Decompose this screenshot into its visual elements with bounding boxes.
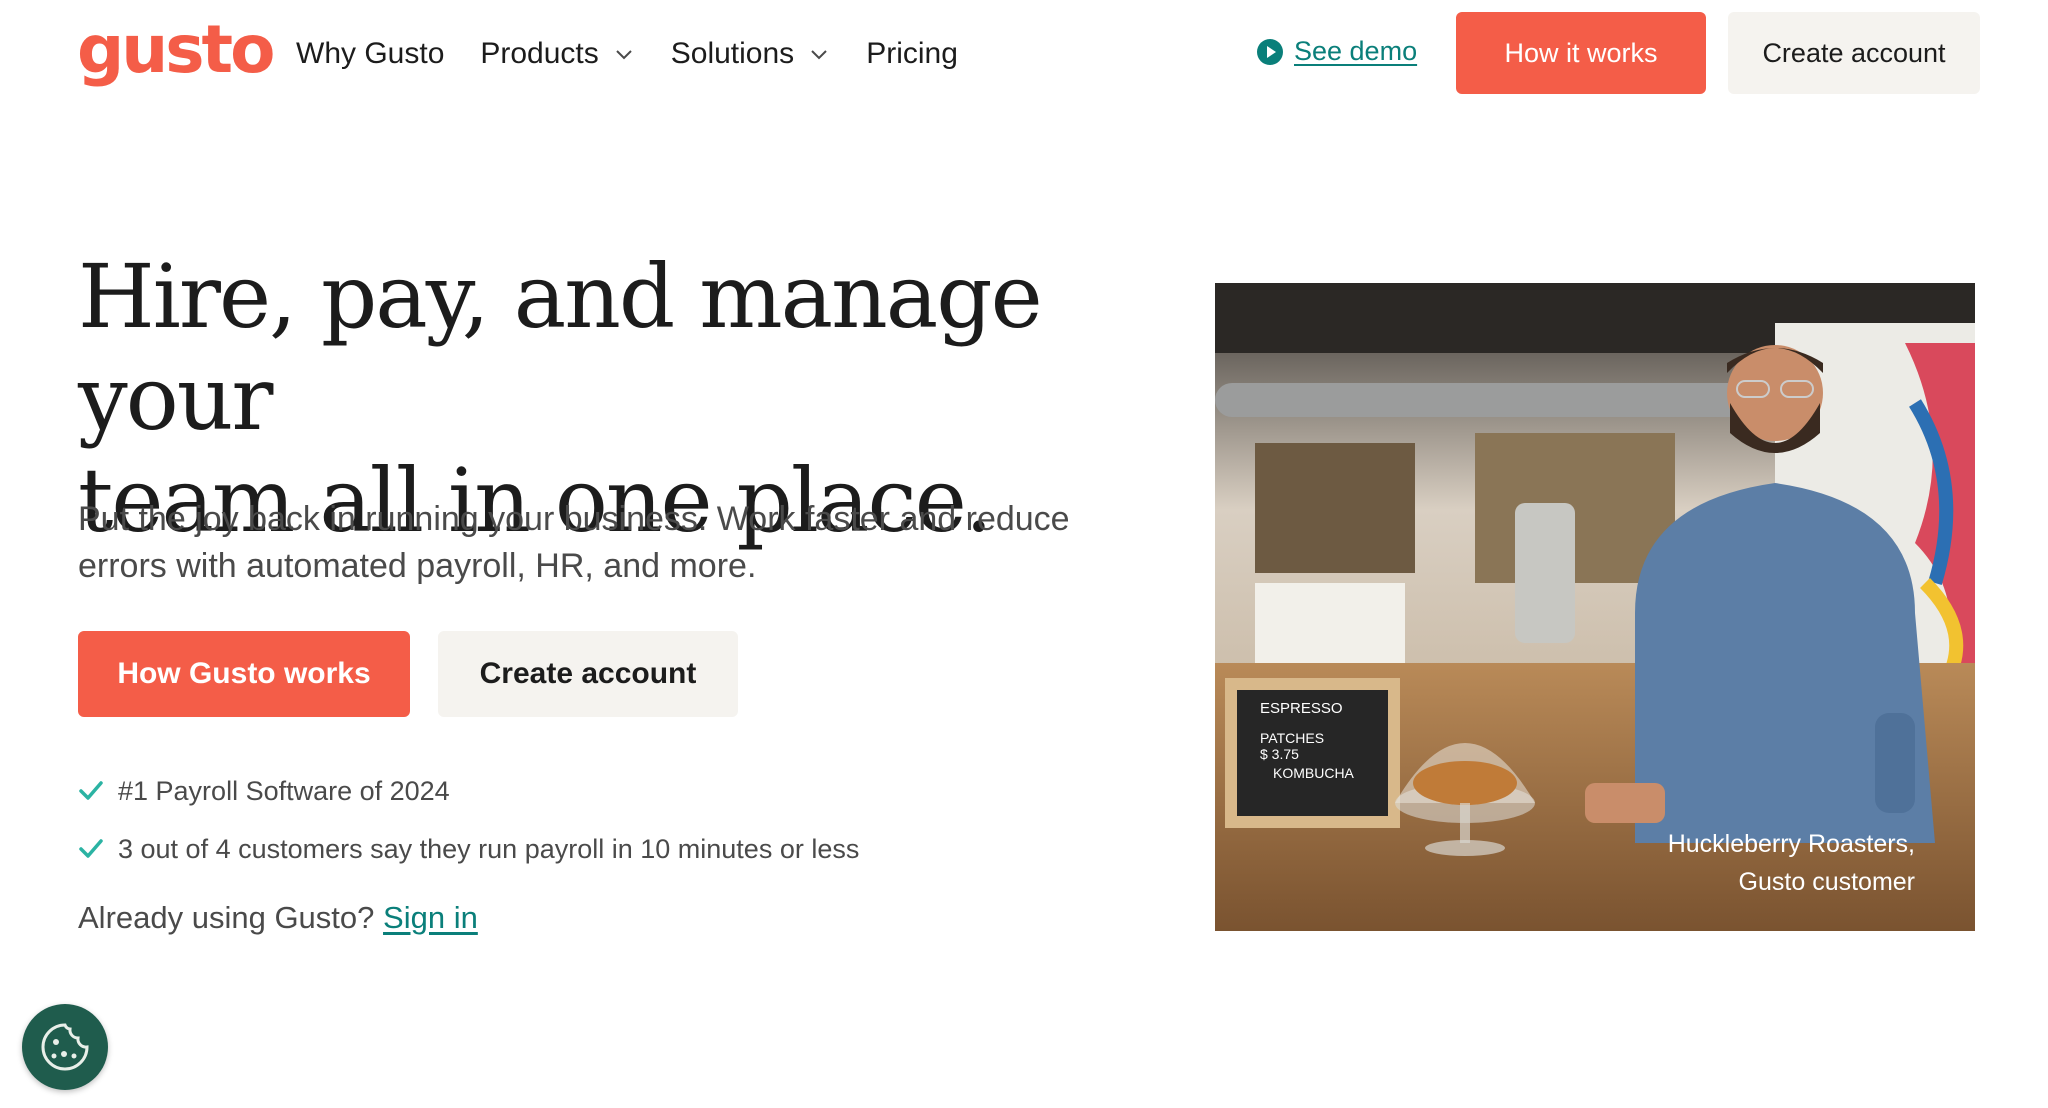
how-gusto-works-button[interactable]: How Gusto works (78, 631, 410, 717)
photo-caption: Huckleberry Roasters, Gusto customer (1668, 825, 1915, 901)
nav-why-gusto[interactable]: Why Gusto (296, 37, 444, 71)
play-circle-icon (1257, 38, 1283, 65)
check-icon (79, 839, 103, 858)
see-demo-label: See demo (1294, 36, 1418, 66)
nav-products[interactable]: Products (480, 37, 634, 71)
check-item-text: 3 out of 4 customers say they run payrol… (118, 833, 860, 864)
chevron-down-icon (616, 50, 632, 60)
hero-subtext: Put the joy back in running your busines… (78, 500, 1070, 585)
chevron-down-icon (811, 50, 827, 60)
nav-why-gusto-label: Why Gusto (296, 37, 445, 70)
photo-caption-line-1: Huckleberry Roasters, (1667, 830, 1915, 858)
already-using-text: Already using Gusto? Sign in (78, 900, 478, 936)
nav-solutions[interactable]: Solutions (671, 37, 830, 71)
sign-in-link[interactable]: Sign in (383, 900, 478, 935)
already-using-label: Already using Gusto? (78, 900, 375, 935)
sign-text-4: KOMBUCHA (1273, 765, 1355, 781)
main-nav: Why Gusto Products Solutions Pricing (296, 30, 994, 78)
photo-caption-line-2: Gusto customer (1738, 868, 1915, 896)
create-account-button-hero[interactable]: Create account (438, 631, 738, 717)
nav-solutions-label: Solutions (670, 37, 795, 70)
hero-headline-line-1: Hire, pay, and manage your (78, 245, 1043, 450)
nav-pricing[interactable]: Pricing (866, 37, 958, 71)
sign-text-2: PATCHES (1260, 730, 1324, 746)
check-item: #1 Payroll Software of 2024 (78, 762, 859, 820)
how-it-works-button[interactable]: How it works (1456, 12, 1706, 94)
hero-photo: ESPRESSO PATCHES $ 3.75 KOMBUCHA Huckleb… (1215, 283, 1975, 931)
check-item-text: #1 Payroll Software of 2024 (118, 775, 450, 806)
gusto-logo[interactable]: gusto (77, 10, 275, 90)
see-demo-link[interactable]: See demo (1256, 36, 1417, 67)
create-account-button-header[interactable]: Create account (1728, 12, 1980, 94)
sign-text-3: $ 3.75 (1260, 746, 1299, 762)
nav-products-label: Products (480, 37, 599, 70)
feature-checklist: #1 Payroll Software of 2024 3 out of 4 c… (78, 762, 859, 878)
check-item: 3 out of 4 customers say they run payrol… (78, 820, 859, 878)
cookie-preferences-button[interactable] (22, 1004, 108, 1090)
cookie-icon (41, 1023, 89, 1071)
sign-text-1: ESPRESSO (1260, 700, 1343, 717)
site-header: gusto Why Gusto Products Solutions Prici… (0, 0, 2048, 110)
check-icon (79, 781, 103, 800)
nav-pricing-label: Pricing (866, 37, 958, 70)
